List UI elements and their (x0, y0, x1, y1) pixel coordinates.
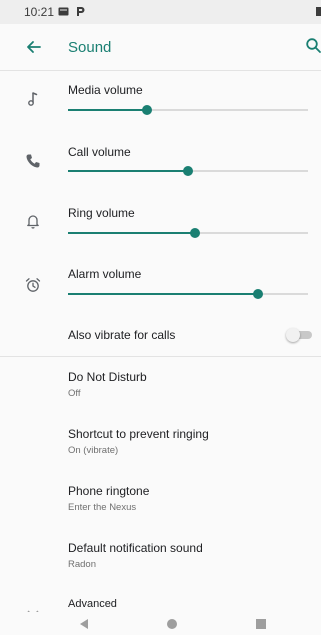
bell-icon (27, 215, 39, 229)
section-divider (0, 356, 321, 357)
vibrate-label: Also vibrate for calls (68, 328, 176, 342)
phone-ringtone-summary: Enter the Nexus (68, 502, 137, 513)
notification-sound-title: Default notification sound (68, 541, 203, 555)
phone-ringtone-title: Phone ringtone (68, 484, 150, 498)
media-volume-thumb[interactable] (142, 105, 153, 115)
notification-icon (58, 7, 69, 16)
advanced-title: Advanced (68, 598, 117, 610)
app-bar-divider (0, 70, 321, 71)
status-bar: 10:21 (0, 0, 321, 24)
music-note-icon (28, 92, 38, 106)
call-volume-slider[interactable] (68, 166, 308, 176)
call-volume-fill (68, 170, 188, 172)
search-icon[interactable] (305, 37, 321, 55)
alarm-volume-fill (68, 293, 258, 295)
back-arrow-icon[interactable] (24, 37, 44, 57)
navigation-bar (0, 612, 321, 635)
nav-back-icon[interactable] (78, 618, 90, 630)
prevent-ringing-title: Shortcut to prevent ringing (68, 427, 209, 441)
do-not-disturb-title: Do Not Disturb (68, 370, 147, 384)
prevent-ringing-summary: On (vibrate) (68, 445, 119, 456)
call-volume-thumb[interactable] (183, 166, 193, 176)
nav-home-icon[interactable] (166, 618, 178, 630)
alarm-volume-thumb[interactable] (252, 289, 263, 299)
ring-volume-slider[interactable] (68, 228, 308, 238)
media-volume-fill (68, 109, 148, 111)
alarm-volume-slider[interactable] (68, 289, 308, 299)
alarm-clock-icon (25, 278, 41, 292)
notification-sound-summary: Radon (68, 559, 96, 570)
call-volume-label: Call volume (68, 145, 131, 159)
ring-volume-thumb[interactable] (190, 228, 201, 238)
app-bar: Sound (0, 24, 321, 70)
status-time: 10:21 (24, 5, 55, 19)
vibrate-switch-knob (286, 328, 300, 342)
battery-icon (316, 7, 321, 16)
nav-recents-icon[interactable] (255, 618, 267, 630)
parking-icon (77, 7, 85, 16)
vibrate-switch[interactable] (286, 328, 312, 342)
alarm-volume-label: Alarm volume (68, 267, 142, 281)
ring-volume-fill (68, 232, 196, 234)
do-not-disturb-summary: Off (68, 388, 81, 399)
media-volume-label: Media volume (68, 83, 143, 97)
phone-icon (26, 154, 40, 168)
media-volume-slider[interactable] (68, 105, 308, 115)
page-title: Sound (68, 39, 112, 56)
ring-volume-label: Ring volume (68, 206, 135, 220)
